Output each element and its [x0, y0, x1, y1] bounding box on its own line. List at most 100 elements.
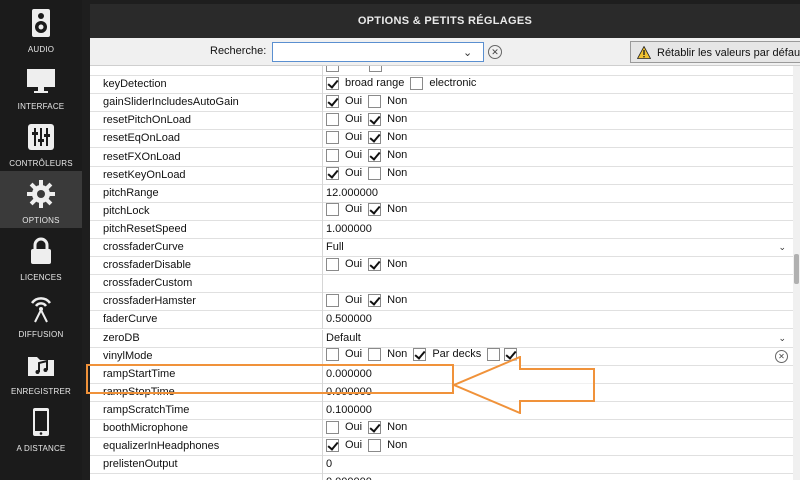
table-row[interactable]: resetPitchOnLoad Oui Non — [90, 112, 796, 131]
sidebar-item-label: CONTRÔLEURS — [9, 159, 73, 168]
checkbox[interactable] — [504, 348, 518, 362]
checkbox[interactable] — [326, 149, 339, 163]
checkbox[interactable] — [326, 348, 339, 362]
chevron-down-icon[interactable]: ⌄ — [778, 330, 786, 347]
setting-value[interactable]: 12.000000 — [326, 185, 796, 203]
setting-value[interactable]: 0.000000 — [326, 366, 796, 384]
table-row[interactable]: crossfaderHamster Oui Non — [90, 293, 796, 312]
sidebar-item-options[interactable]: OPTIONS — [0, 171, 82, 228]
table-row[interactable]: prelistenOutput 0 — [90, 456, 796, 475]
table-row[interactable]: gainSliderIncludesAutoGain Oui Non — [90, 94, 796, 113]
clear-search-icon[interactable]: ✕ — [488, 45, 502, 59]
checkbox[interactable] — [326, 167, 339, 181]
sidebar-item-enregistrer[interactable]: ENREGISTRER — [0, 342, 82, 399]
table-row[interactable]: pitchLock Oui Non — [90, 202, 796, 221]
checkbox-label: electronic — [429, 76, 477, 89]
reset-defaults-button[interactable]: Rétablir les valeurs par défaut — [630, 41, 800, 63]
checkbox-label: Non — [387, 348, 408, 361]
setting-value[interactable]: Oui Non — [326, 293, 796, 311]
table-row[interactable]: crossfaderDisable Oui Non — [90, 257, 796, 276]
search-box[interactable]: ⌄ — [272, 42, 484, 62]
checkbox-label: Oui — [345, 94, 363, 107]
checkbox[interactable] — [326, 257, 339, 271]
setting-value[interactable]: Default ⌄ — [326, 330, 796, 348]
table-row[interactable]: faderCurve 0.500000 — [90, 311, 796, 330]
checkbox[interactable] — [368, 112, 382, 126]
checkbox[interactable] — [368, 257, 382, 271]
checkbox[interactable] — [326, 76, 339, 90]
checkbox[interactable] — [326, 438, 339, 452]
clear-icon[interactable]: ✕ — [775, 349, 788, 363]
setting-value[interactable]: 0.000000 — [326, 384, 796, 402]
setting-value[interactable]: Oui Non — [326, 203, 796, 221]
setting-value[interactable]: 1.000000 — [326, 221, 796, 239]
checkbox[interactable] — [410, 76, 424, 90]
table-row[interactable]: zeroDB Default ⌄ — [90, 329, 796, 348]
checkbox[interactable] — [368, 348, 382, 362]
checkbox[interactable] — [368, 130, 382, 144]
table-row[interactable]: rampStopTime 0.000000 — [90, 383, 796, 402]
checkbox[interactable] — [368, 167, 382, 181]
table-row[interactable]: 0.000000 — [90, 474, 796, 480]
sidebar-item-interface[interactable]: INTERFACE — [0, 57, 82, 114]
sidebar-item-a-distance[interactable]: A DISTANCE — [0, 399, 82, 456]
checkbox[interactable] — [368, 203, 382, 217]
title-bar: OPTIONS & PETITS RÉGLAGES — [90, 4, 800, 38]
checkbox[interactable] — [368, 438, 382, 452]
sidebar-item-diffusion[interactable]: DIFFUSION — [0, 285, 82, 342]
checkbox[interactable] — [369, 66, 382, 72]
setting-value[interactable]: broad range electronic — [326, 76, 796, 94]
warning-icon — [637, 46, 651, 59]
table-row[interactable]: rampStartTime 0.000000 — [90, 365, 796, 384]
table-row[interactable]: rampScratchTime 0.100000 — [90, 401, 796, 420]
sidebar-item-audio[interactable]: AUDIO — [0, 0, 82, 57]
setting-value[interactable]: Oui Non Par decks ✕ — [326, 348, 796, 366]
scrollbar-thumb[interactable] — [794, 254, 799, 284]
setting-value[interactable]: Oui Non — [326, 167, 796, 185]
sidebar-item-controleurs[interactable]: CONTRÔLEURS — [0, 114, 82, 171]
setting-value[interactable]: 0 — [326, 456, 796, 474]
setting-value[interactable]: Oui Non — [326, 257, 796, 275]
checkbox[interactable] — [487, 348, 501, 362]
setting-value[interactable]: 0.000000 — [326, 474, 796, 480]
checkbox[interactable] — [326, 66, 339, 72]
table-row[interactable]: crossfaderCurve Full ⌄ — [90, 239, 796, 257]
setting-value[interactable]: Oui Non — [326, 149, 796, 167]
checkbox[interactable] — [368, 94, 382, 108]
chevron-down-icon[interactable]: ⌄ — [463, 46, 472, 59]
checkbox[interactable] — [326, 203, 339, 217]
table-row[interactable]: pitchRange 12.000000 — [90, 184, 796, 203]
table-row[interactable]: resetKeyOnLoad Oui Non — [90, 166, 796, 185]
table-row[interactable]: keyDetection broad range electronic — [90, 76, 796, 95]
checkbox[interactable] — [326, 112, 339, 126]
setting-value[interactable]: Full ⌄ — [326, 239, 796, 257]
checkbox[interactable] — [368, 149, 382, 163]
table-row[interactable]: resetEqOnLoad Oui Non — [90, 130, 796, 149]
checkbox[interactable] — [368, 420, 382, 434]
chevron-down-icon[interactable]: ⌄ — [778, 239, 786, 256]
table-row[interactable]: boothMicrophone Oui Non — [90, 420, 796, 438]
setting-value[interactable] — [326, 275, 796, 293]
table-row[interactable]: crossfaderCustom — [90, 275, 796, 294]
checkbox[interactable] — [326, 293, 339, 307]
sidebar-item-licences[interactable]: LICENCES — [0, 228, 82, 285]
setting-value[interactable]: 0.500000 — [326, 311, 796, 329]
setting-value[interactable]: Oui Non — [326, 94, 796, 112]
checkbox[interactable] — [413, 348, 427, 362]
checkbox[interactable] — [326, 94, 339, 108]
app-window: AUDIO INTERFACE CONTRÔLEURS OPTIONS LICE… — [0, 0, 800, 480]
setting-value[interactable]: 0.100000 — [326, 402, 796, 420]
table-row[interactable]: equalizerInHeadphones Oui Non — [90, 438, 796, 457]
checkbox[interactable] — [368, 293, 382, 307]
vertical-scrollbar[interactable] — [793, 66, 800, 480]
table-row[interactable]: pitchResetSpeed 1.000000 — [90, 220, 796, 239]
setting-value[interactable]: Oui Non — [326, 130, 796, 148]
setting-value[interactable]: Oui Non — [326, 420, 796, 438]
table-row[interactable]: vinylMode Oui Non Par decks ✕ — [90, 347, 796, 366]
setting-value[interactable]: Oui Non — [326, 112, 796, 130]
setting-value[interactable]: Oui Non — [326, 438, 796, 456]
search-input[interactable] — [275, 44, 460, 60]
checkbox[interactable] — [326, 130, 339, 144]
checkbox[interactable] — [326, 420, 339, 434]
table-row[interactable]: resetFXOnLoad Oui Non — [90, 148, 796, 167]
